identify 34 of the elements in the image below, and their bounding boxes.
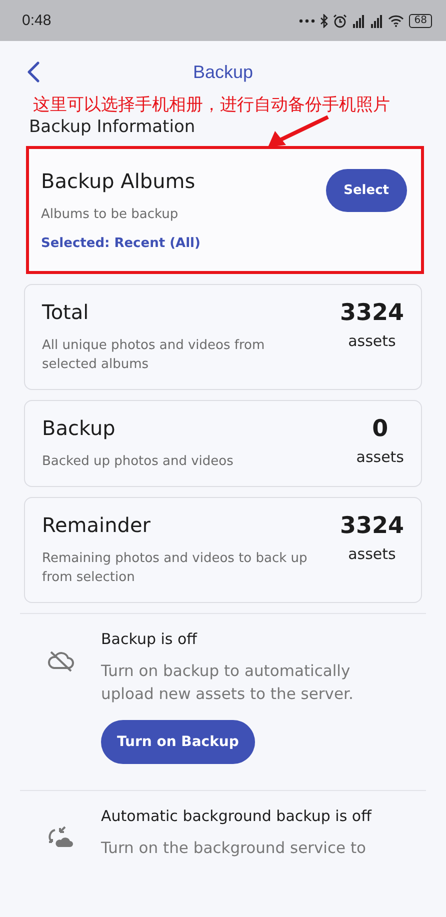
card-title: Backup Albums bbox=[41, 169, 196, 193]
setting-title: Automatic background backup is off bbox=[101, 807, 372, 825]
selected-albums: Selected: Recent (All) bbox=[41, 236, 200, 251]
battery-level: 68 bbox=[409, 14, 432, 28]
select-button[interactable]: Select bbox=[326, 169, 407, 212]
card-title: Backup bbox=[42, 416, 116, 440]
signal-icon bbox=[370, 14, 384, 28]
more-dots-icon bbox=[299, 18, 316, 22]
count-unit: assets bbox=[356, 448, 404, 466]
count-unit: assets bbox=[348, 332, 396, 350]
card-title: Total bbox=[42, 300, 90, 324]
count-unit: assets bbox=[348, 545, 396, 563]
setting-description: Turn on the background service to bbox=[101, 838, 367, 859]
card-subtitle: Albums to be backup bbox=[41, 206, 180, 224]
signal-icon bbox=[352, 14, 366, 28]
annotation-text: 这里可以选择手机相册，进行自动备份手机照片 bbox=[33, 94, 390, 116]
setting-title: Backup is off bbox=[101, 630, 198, 648]
back-icon bbox=[26, 61, 40, 83]
asset-count: 0 bbox=[372, 416, 388, 442]
section-title: Backup Information bbox=[29, 117, 196, 137]
cloud-sync-icon bbox=[46, 825, 74, 849]
clock-time: 0:48 bbox=[22, 12, 52, 29]
turn-on-button[interactable]: Turn on Backup bbox=[101, 720, 255, 764]
alarm-icon bbox=[333, 14, 348, 28]
asset-count: 3324 bbox=[340, 300, 404, 326]
card-title: Remainder bbox=[42, 513, 152, 537]
setting-description: Turn on backup to automatically upload new assets to the server. bbox=[101, 661, 354, 705]
card-subtitle: All unique photos and videos from selected albums bbox=[42, 337, 266, 374]
bluetooth-icon bbox=[320, 14, 328, 28]
card-subtitle: Remaining photos and videos to back up from selection bbox=[42, 550, 308, 587]
page-title: Backup bbox=[192, 62, 254, 82]
asset-count: 3324 bbox=[340, 513, 404, 539]
wifi-icon bbox=[388, 14, 404, 27]
card-subtitle: Backed up photos and videos bbox=[42, 453, 234, 471]
